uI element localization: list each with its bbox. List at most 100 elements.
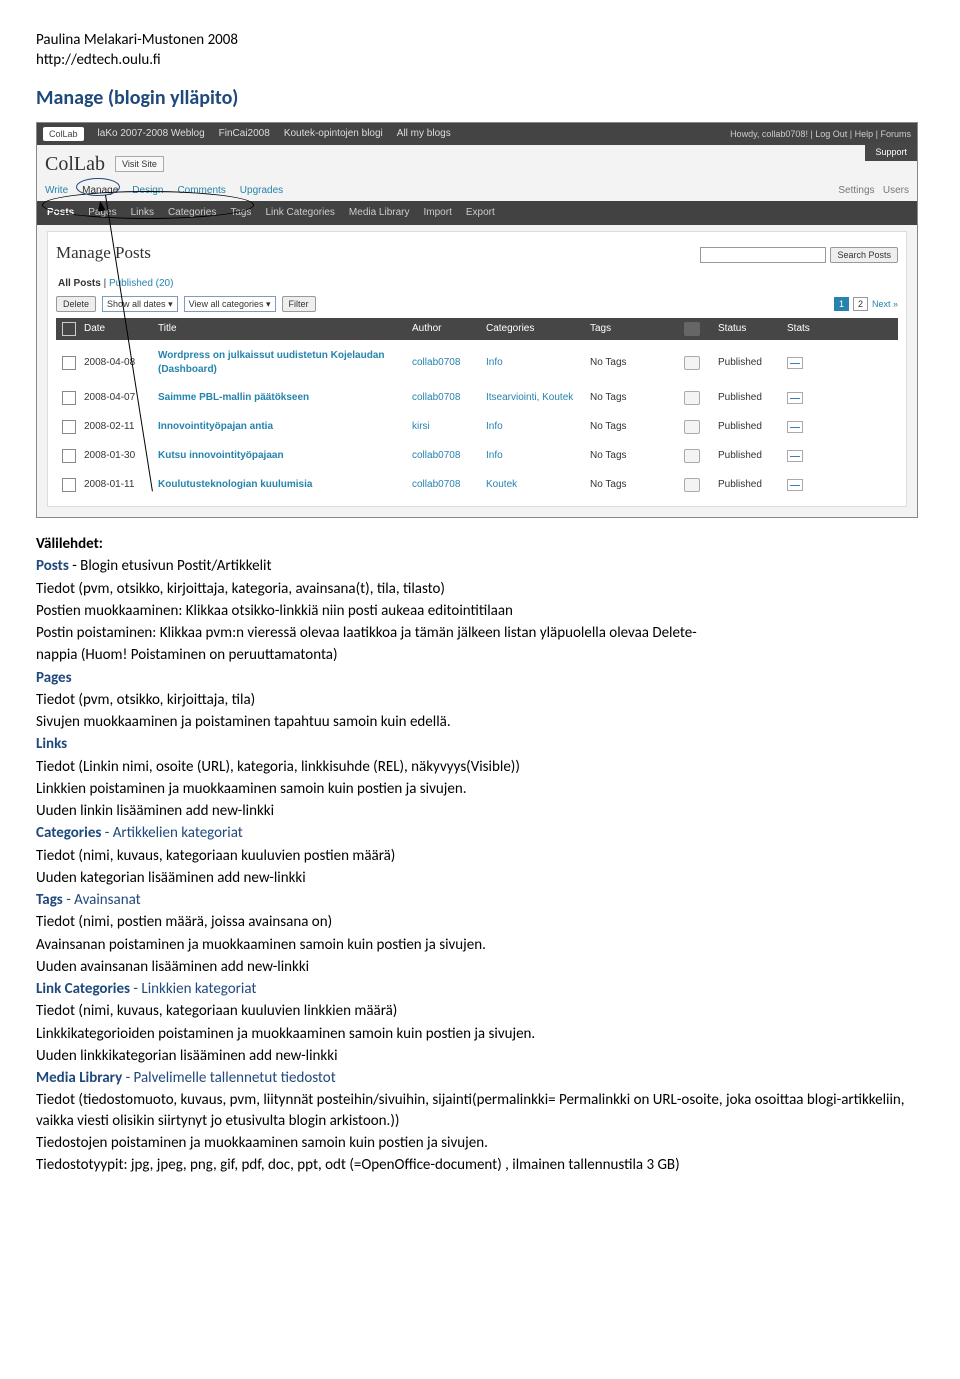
cell-category-link[interactable]: Info <box>486 356 586 370</box>
body-text: nappia (Huom! Poistaminen on peruuttamat… <box>36 645 924 665</box>
search-input[interactable] <box>700 247 826 263</box>
row-checkbox[interactable] <box>62 449 76 463</box>
row-checkbox[interactable] <box>62 478 76 492</box>
table-row: 2008-04-08Wordpress on julkaissut uudist… <box>56 344 898 382</box>
cell-status: Published <box>718 449 783 463</box>
cats-select[interactable]: View all categories ▾ <box>184 296 276 312</box>
body-text: Linkkikategorioiden poistaminen ja muokk… <box>36 1024 924 1044</box>
row-checkbox[interactable] <box>62 420 76 434</box>
menu-write[interactable]: Write <box>45 184 68 198</box>
blog-switch-all[interactable]: All my blogs <box>397 127 451 141</box>
cell-author-link[interactable]: collab0708 <box>412 391 482 405</box>
cell-date: 2008-04-07 <box>84 391 154 405</box>
comment-icon[interactable] <box>684 356 700 370</box>
th-date[interactable]: Date <box>84 322 154 336</box>
tab-import[interactable]: Import <box>424 206 452 220</box>
support-tab[interactable]: Support <box>865 143 917 161</box>
body-text: Postin poistaminen: Klikkaa pvm:n vieres… <box>36 623 924 643</box>
menu-design[interactable]: Design <box>132 184 163 198</box>
body-text: Tiedot (nimi, kuvaus, kategoriaan kuuluv… <box>36 846 924 866</box>
cell-title-link[interactable]: Wordpress on julkaissut uudistetun Kojel… <box>158 349 408 376</box>
tags-heading: Tags - Avainsanat <box>36 890 924 910</box>
cell-status: Published <box>718 478 783 492</box>
app-topbar: ColLab laKo 2007-2008 Weblog FinCai2008 … <box>37 123 917 145</box>
menu-comments[interactable]: Comments <box>177 184 225 198</box>
body-text: Tiedot (pvm, otsikko, kirjoittaja, tila) <box>36 690 924 710</box>
th-title[interactable]: Title <box>158 322 408 336</box>
body-text: Tiedot (nimi, postien määrä, joissa avai… <box>36 912 924 932</box>
stats-icon[interactable] <box>787 421 803 433</box>
comment-icon[interactable] <box>684 420 700 434</box>
tab-categories[interactable]: Categories <box>168 206 216 220</box>
table-row: 2008-01-30 Kutsu innovointityöpajaan colla… <box>56 444 898 469</box>
stats-icon[interactable] <box>787 357 803 369</box>
search-button[interactable]: Search Posts <box>830 247 898 263</box>
table-row: 2008-01-11 Koulutusteknologian kuulumisia… <box>56 473 898 498</box>
menu-upgrades[interactable]: Upgrades <box>240 184 283 198</box>
comment-icon[interactable] <box>684 449 700 463</box>
table-row: 2008-04-07 Saimme PBL-mallin päätökseen co… <box>56 386 898 411</box>
menu-users[interactable]: Users <box>883 185 909 196</box>
cell-tags: No Tags <box>590 420 680 434</box>
cell-date: 2008-01-11 <box>84 478 154 492</box>
cell-title-link[interactable]: Saimme PBL-mallin päätökseen <box>158 391 408 405</box>
row-checkbox[interactable] <box>62 391 76 405</box>
stats-icon[interactable] <box>787 479 803 491</box>
blog-switch-2[interactable]: FinCai2008 <box>219 127 270 141</box>
cell-tags: No Tags <box>590 478 680 492</box>
cell-category-link[interactable]: Info <box>486 449 586 463</box>
cell-title-link[interactable]: Koulutusteknologian kuulumisia <box>158 478 408 492</box>
body-text: Tiedot (Linkin nimi, osoite (URL), kateg… <box>36 757 924 777</box>
cell-author-link[interactable]: collab0708 <box>412 356 482 370</box>
comment-icon[interactable] <box>684 478 700 492</box>
main-menu: Write Manage Design Comments Upgrades Se… <box>37 180 917 202</box>
cell-author-link[interactable]: collab0708 <box>412 478 482 492</box>
cell-title-link[interactable]: Innovointityöpajan antia <box>158 420 408 434</box>
row-checkbox[interactable] <box>62 356 76 370</box>
tab-tags[interactable]: Tags <box>230 206 251 220</box>
th-author[interactable]: Author <box>412 322 482 336</box>
tab-export[interactable]: Export <box>466 206 495 220</box>
menu-settings[interactable]: Settings <box>838 185 874 196</box>
cell-author-link[interactable]: collab0708 <box>412 449 482 463</box>
th-status[interactable]: Status <box>718 322 783 336</box>
tab-posts[interactable]: Posts <box>47 206 74 220</box>
posts-heading: Posts - Blogin etusivun Postit/Artikkeli… <box>36 556 924 576</box>
tab-links[interactable]: Links <box>131 206 154 220</box>
comment-icon[interactable] <box>684 391 700 405</box>
blog-switch-1[interactable]: laKo 2007-2008 Weblog <box>98 127 205 141</box>
body-text: Uuden linkin lisääminen add new-linkki <box>36 801 924 821</box>
select-all-checkbox[interactable] <box>62 322 76 336</box>
doc-author: Paulina Melakari-Mustonen 2008 <box>36 30 924 50</box>
cell-tags: No Tags <box>590 449 680 463</box>
page-next[interactable]: Next » <box>872 298 898 310</box>
user-links[interactable]: Howdy, collab0708! | Log Out | Help | Fo… <box>730 128 911 140</box>
dates-select[interactable]: Show all dates ▾ <box>102 296 178 312</box>
filter-all[interactable]: All Posts <box>58 278 101 289</box>
cell-title-link[interactable]: Kutsu innovointityöpajaan <box>158 449 408 463</box>
cell-category-link[interactable]: Info <box>486 420 586 434</box>
panel-title: Manage Posts <box>56 242 151 265</box>
visit-site-button[interactable]: Visit Site <box>115 156 164 172</box>
cell-author-link[interactable]: kirsi <box>412 420 482 434</box>
stats-icon[interactable] <box>787 392 803 404</box>
stats-icon[interactable] <box>787 450 803 462</box>
th-tags[interactable]: Tags <box>590 322 680 336</box>
cell-category-link[interactable]: Koutek <box>486 478 586 492</box>
delete-button[interactable]: Delete <box>56 296 96 312</box>
page-1[interactable]: 1 <box>834 297 849 311</box>
filter-button[interactable]: Filter <box>282 296 316 312</box>
cell-date: 2008-01-30 <box>84 449 154 463</box>
page-2[interactable]: 2 <box>853 297 868 311</box>
cell-category-link[interactable]: Itsearviointi, Koutek <box>486 391 586 405</box>
tab-media-library[interactable]: Media Library <box>349 206 410 220</box>
body-text: Uuden linkkikategorian lisääminen add ne… <box>36 1046 924 1066</box>
blog-switch-3[interactable]: Koutek-opintojen blogi <box>284 127 383 141</box>
tab-link-categories[interactable]: Link Categories <box>265 206 334 220</box>
link-categories-heading: Link Categories - Linkkien kategoriat <box>36 979 924 999</box>
app-badge[interactable]: ColLab <box>43 127 84 141</box>
th-stats: Stats <box>787 322 827 336</box>
table-row: 2008-02-11Innovointityöpajan antiakirsiI… <box>56 415 898 440</box>
annotation-manage-circle <box>76 178 120 196</box>
th-categories[interactable]: Categories <box>486 322 586 336</box>
